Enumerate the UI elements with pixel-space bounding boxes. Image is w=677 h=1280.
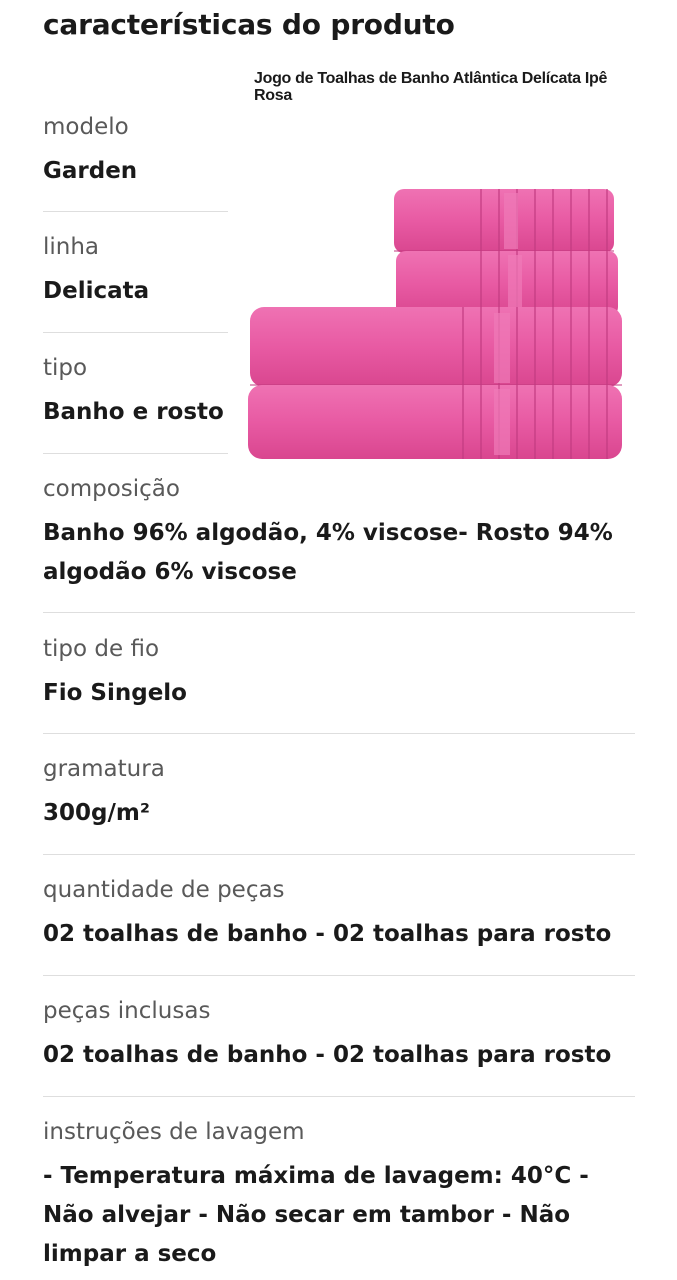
spec-label: instruções de lavagem (43, 1119, 305, 1145)
spec-value: 02 toalhas de banho - 02 toalhas para ro… (43, 921, 612, 947)
spec-linha: linha Delicata (43, 232, 243, 311)
spec-label: peças inclusas (43, 998, 211, 1024)
divider (43, 733, 635, 734)
page-title: características do produto (43, 8, 455, 41)
spec-gramatura: gramatura 300g/m² (43, 754, 623, 833)
bath-towel-bottom (248, 385, 622, 459)
spec-label: modelo (43, 114, 129, 140)
spec-label: quantidade de peças (43, 877, 285, 903)
divider (43, 332, 228, 333)
spec-value: 300g/m² (43, 800, 150, 826)
spec-modelo: modelo Garden (43, 112, 243, 191)
spec-tipo-de-fio: tipo de fio Fio Singelo (43, 634, 623, 713)
divider (43, 211, 228, 212)
spec-pecas-inclusas: peças inclusas 02 toalhas de banho - 02 … (43, 996, 635, 1075)
product-image-caption: Jogo de Toalhas de Banho Atlântica Delíc… (254, 70, 608, 104)
spec-composicao: composição Banho 96% algodão, 4% viscose… (43, 474, 623, 592)
divider (43, 453, 228, 454)
spec-label: gramatura (43, 756, 165, 782)
divider (43, 1096, 635, 1097)
spec-instrucoes-de-lavagem: instruções de lavagem - Temperatura máxi… (43, 1117, 635, 1274)
spec-label: tipo de fio (43, 636, 160, 662)
spec-value: Fio Singelo (43, 680, 187, 706)
spec-value: 02 toalhas de banho - 02 toalhas para ro… (43, 1042, 612, 1068)
towel-set-illustration (248, 189, 622, 459)
spec-tipo: tipo Banho e rosto (43, 353, 243, 432)
spec-value: Banho 96% algodão, 4% viscose- Rosto 94%… (43, 520, 613, 585)
product-image: Jogo de Toalhas de Banho Atlântica Delíc… (246, 66, 626, 461)
spec-label: tipo (43, 355, 88, 381)
face-towel-top (394, 189, 614, 253)
spec-value: Banho e rosto (43, 399, 224, 425)
spec-value: Delicata (43, 278, 150, 304)
spec-quantidade-de-pecas: quantidade de peças 02 toalhas de banho … (43, 875, 635, 954)
divider (43, 975, 635, 976)
spec-value: Garden (43, 158, 138, 184)
divider (43, 612, 635, 613)
bath-towel-top (250, 307, 622, 387)
spec-value: - Temperatura máxima de lavagem: 40°C - … (43, 1163, 589, 1267)
divider (43, 854, 635, 855)
spec-label: composição (43, 476, 180, 502)
spec-label: linha (43, 234, 100, 260)
